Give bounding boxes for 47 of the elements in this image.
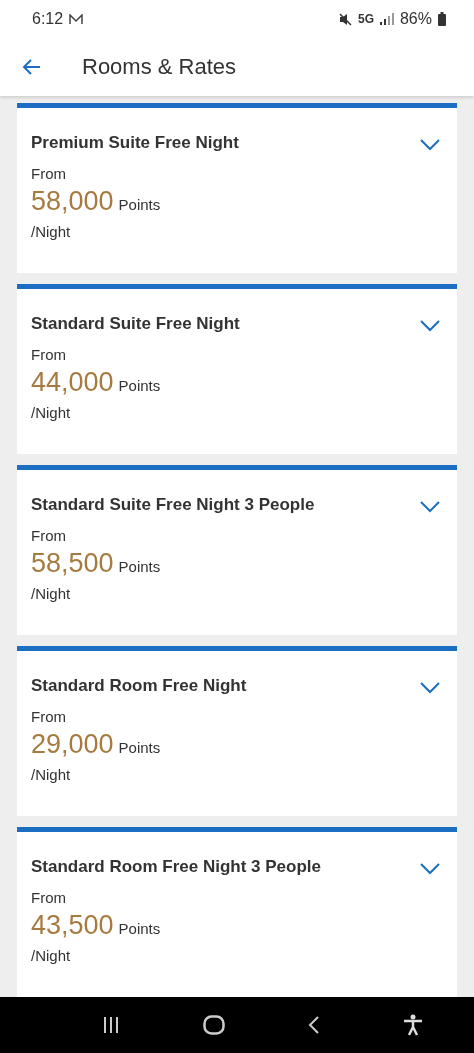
room-name: Standard Room Free Night 3 People [31, 857, 321, 877]
room-card[interactable]: Standard Suite Free Night From 44,000 Points /Night [17, 284, 457, 454]
from-label: From [31, 889, 67, 906]
points-label: Points [118, 558, 161, 575]
signal-icon [379, 13, 394, 25]
per-night-label: /Night [31, 766, 72, 783]
mail-icon [69, 13, 84, 25]
chevron-icon[interactable] [419, 138, 441, 152]
room-card[interactable]: Premium Suite Free Night From 58,000 Points /Night [17, 103, 457, 273]
mute-icon [338, 12, 352, 26]
room-card[interactable]: Standard Room Free Night From 29,000 Points /Night [17, 646, 457, 816]
points-price: 44,000 [31, 367, 114, 398]
room-name: Premium Suite Free Night [31, 133, 239, 153]
chevron-icon[interactable] [419, 862, 441, 876]
chevron-icon[interactable] [419, 500, 441, 514]
points-price: 58,000 [31, 186, 114, 217]
from-label: From [31, 346, 67, 363]
status-time: 6:12 [32, 10, 64, 28]
from-label: From [31, 527, 67, 544]
room-name: Standard Room Free Night [31, 676, 247, 696]
home-icon[interactable] [202, 1015, 225, 1035]
battery-percent: 86% [399, 10, 432, 28]
per-night-label: /Night [31, 404, 72, 421]
points-label: Points [118, 196, 161, 213]
points-price: 29,000 [31, 729, 114, 760]
points-label: Points [118, 920, 161, 937]
chevron-icon[interactable] [419, 319, 441, 333]
accessibility-icon[interactable] [402, 1014, 423, 1036]
room-name: Standard Suite Free Night [31, 314, 240, 334]
room-name: Standard Suite Free Night 3 People [31, 495, 315, 515]
back-icon[interactable] [307, 1015, 320, 1035]
battery-icon [438, 12, 446, 26]
room-card[interactable]: Standard Room Free Night 3 People From 43,500 Points /Night [17, 827, 457, 997]
points-label: Points [118, 739, 161, 756]
room-card[interactable]: Standard Suite Free Night 3 People From 58,500 Points /Night [17, 465, 457, 635]
page-title: Rooms & Rates [82, 54, 237, 80]
recent-apps-icon[interactable] [101, 1016, 120, 1034]
points-price: 58,500 [31, 548, 114, 579]
per-night-label: /Night [31, 947, 72, 964]
points-label: Points [118, 377, 161, 394]
from-label: From [31, 708, 67, 725]
per-night-label: /Night [31, 585, 72, 602]
chevron-icon[interactable] [419, 681, 441, 695]
per-night-label: /Night [31, 223, 72, 240]
points-price: 43,500 [31, 910, 114, 941]
network-label: 5G [357, 12, 374, 26]
from-label: From [31, 165, 67, 182]
